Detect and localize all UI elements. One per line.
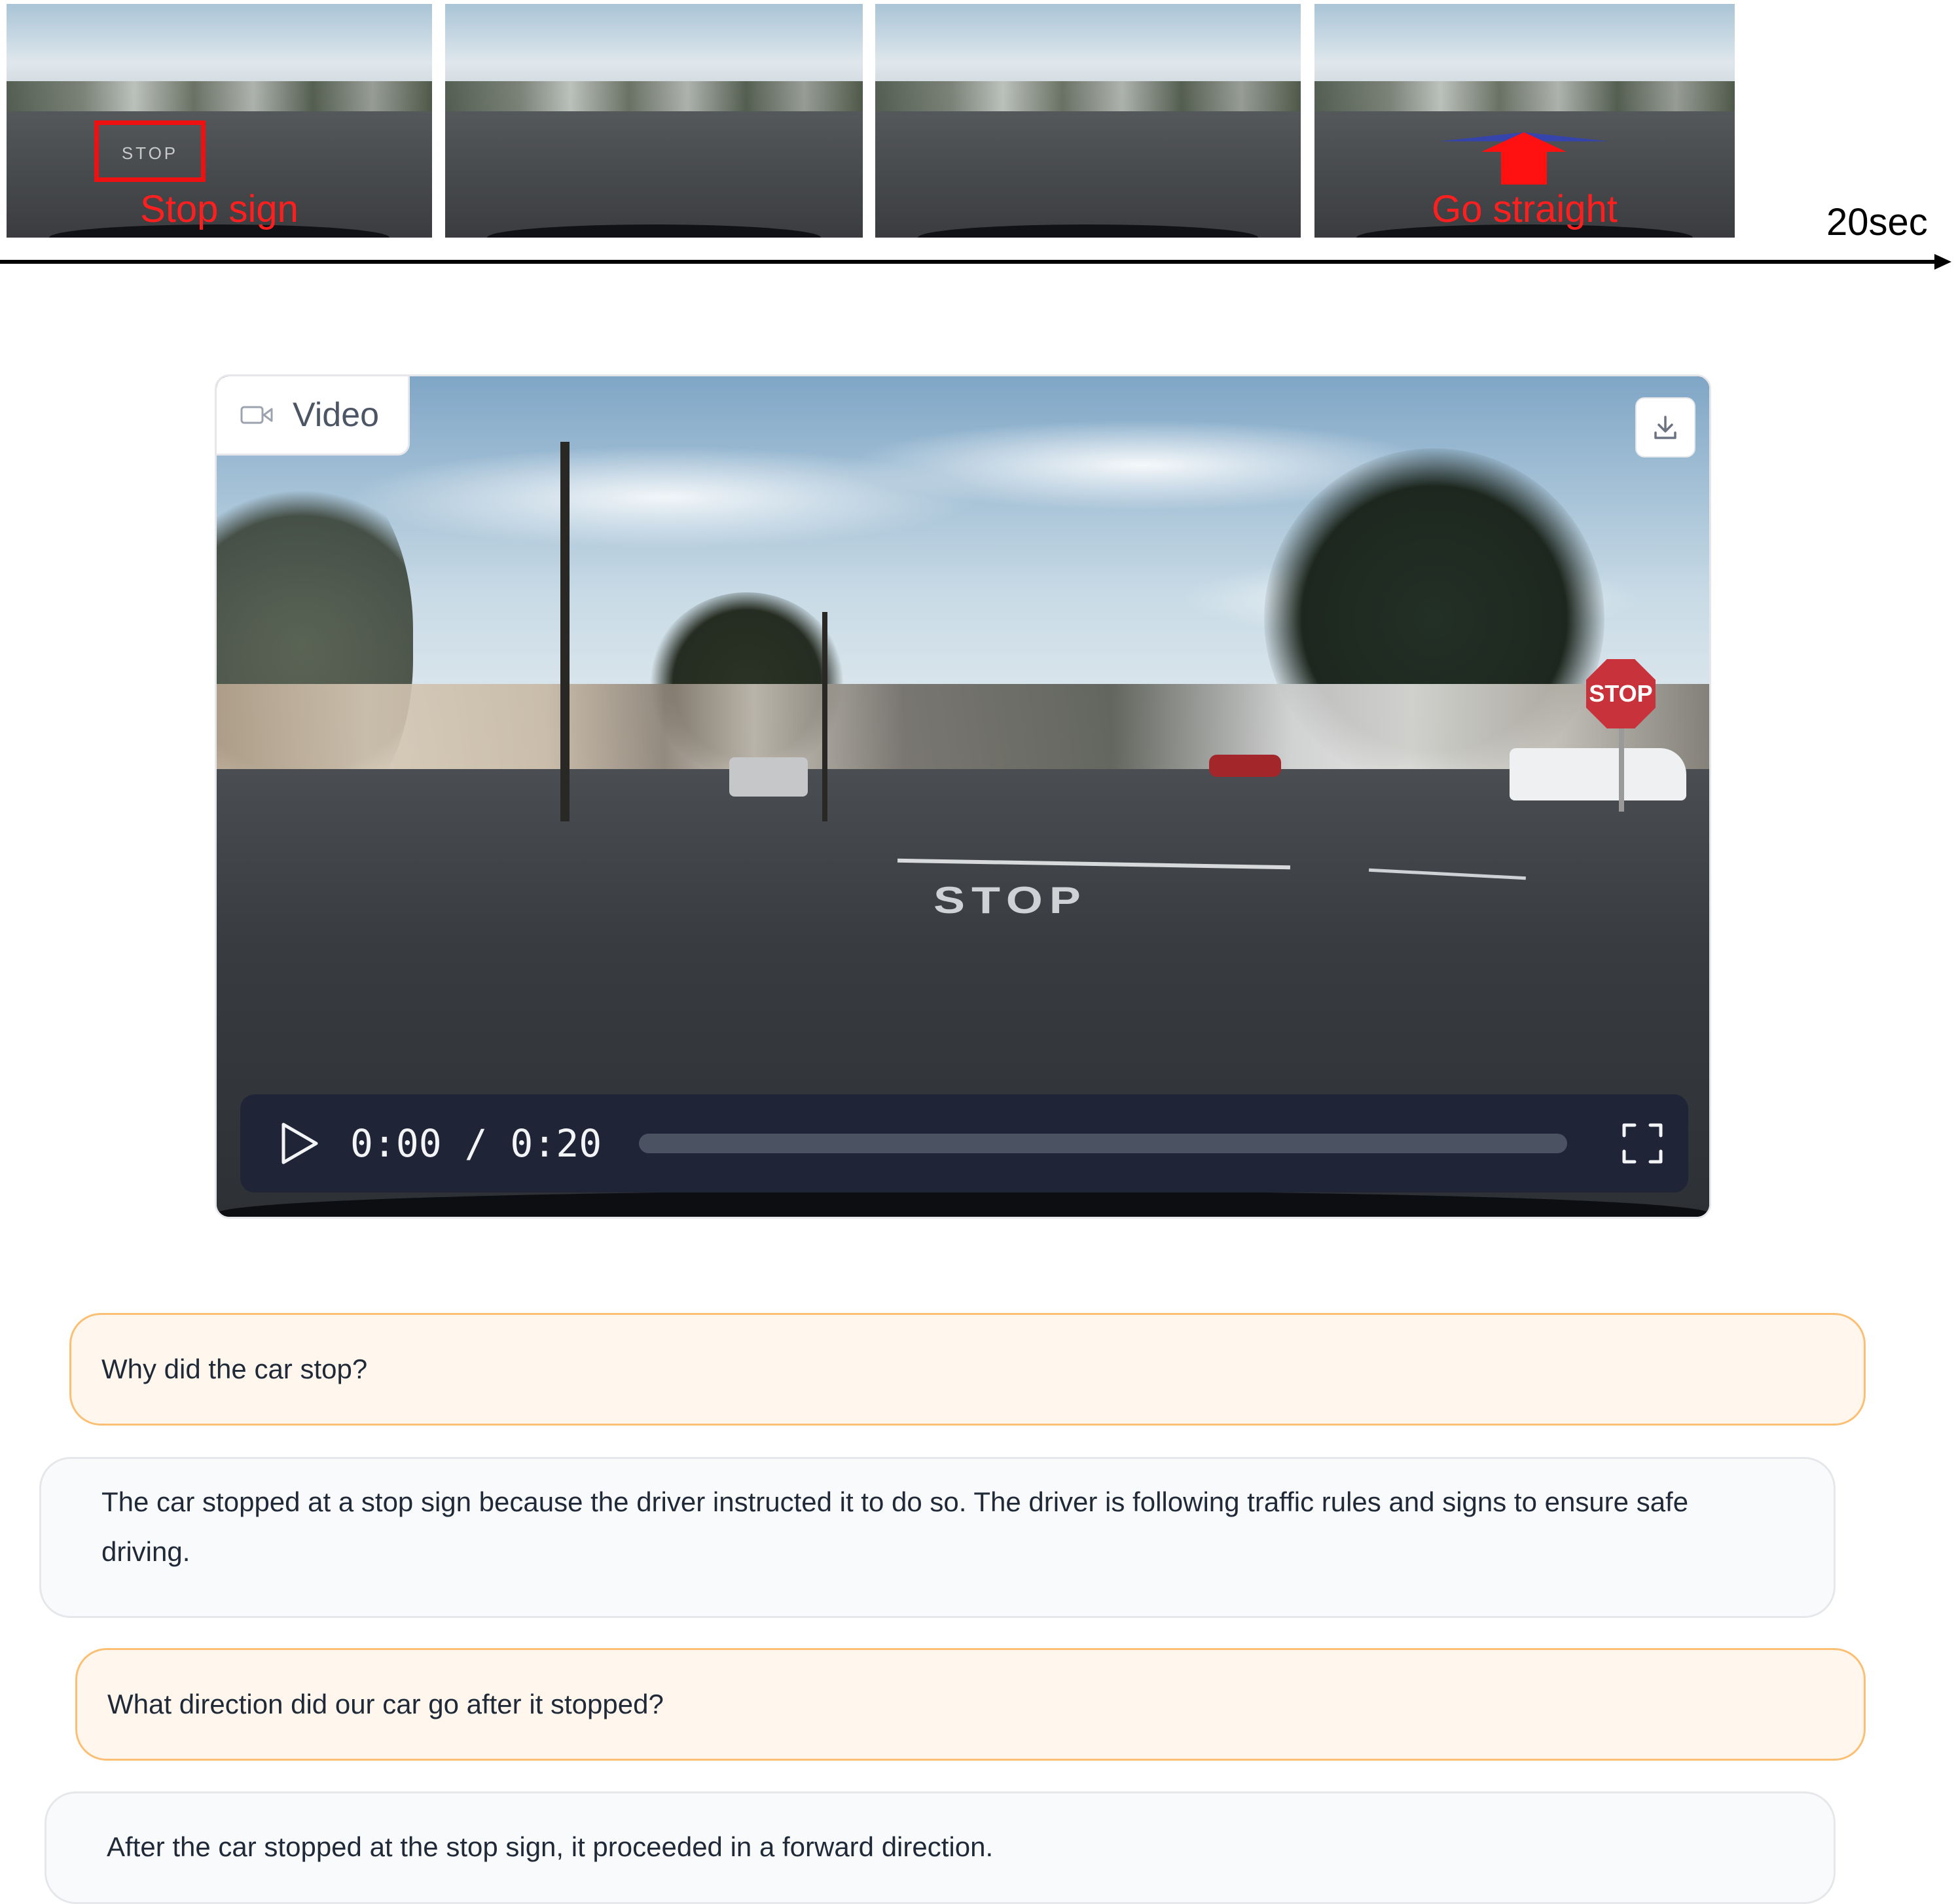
video-label: Video [293,396,380,434]
timeline-arrowhead-icon [1934,254,1951,270]
go-straight-arrow-icon [1439,132,1609,185]
timeline-frame-1: STOP Stop sign [7,4,432,238]
video-camera-icon [240,406,273,424]
timeline-axis [0,260,1938,264]
assistant-message: After the car stopped at the stop sign, … [45,1791,1836,1904]
message-text: After the car stopped at the stop sign, … [107,1831,994,1862]
message-text: What direction did our car go after it s… [107,1689,664,1719]
timeline-frame-4: Go straight [1314,4,1735,238]
download-icon [1654,416,1676,439]
progress-bar[interactable] [639,1134,1567,1153]
video-label-badge: Video [217,376,410,456]
message-text: The car stopped at a stop sign because t… [101,1486,1689,1567]
user-message: Why did the car stop? [69,1313,1866,1426]
road-stop-marking: STOP [933,880,1087,922]
video-player[interactable]: STOP STOP Video 0:00 / 0:20 [215,374,1711,1219]
download-button[interactable] [1635,397,1695,458]
timeline-frame-2 [445,4,863,238]
play-icon[interactable] [280,1122,319,1165]
time-display: 0:00 / 0:20 [350,1121,602,1166]
stop-road-marking: STOP [121,143,179,163]
frame-caption-go-straight: Go straight [1432,188,1618,230]
video-frame[interactable]: STOP STOP [217,376,1709,1217]
video-controls: 0:00 / 0:20 [240,1094,1688,1193]
stop-sign-highlight-box: STOP [94,120,206,182]
message-text: Why did the car stop? [101,1354,368,1384]
assistant-message: The car stopped at a stop sign because t… [39,1457,1836,1618]
timeline-frame-3 [875,4,1301,238]
frame-caption-stop-sign: Stop sign [140,188,299,230]
fullscreen-icon[interactable] [1621,1123,1663,1164]
timeline-duration-label: 20sec [1826,201,1928,243]
user-message: What direction did our car go after it s… [75,1648,1866,1761]
